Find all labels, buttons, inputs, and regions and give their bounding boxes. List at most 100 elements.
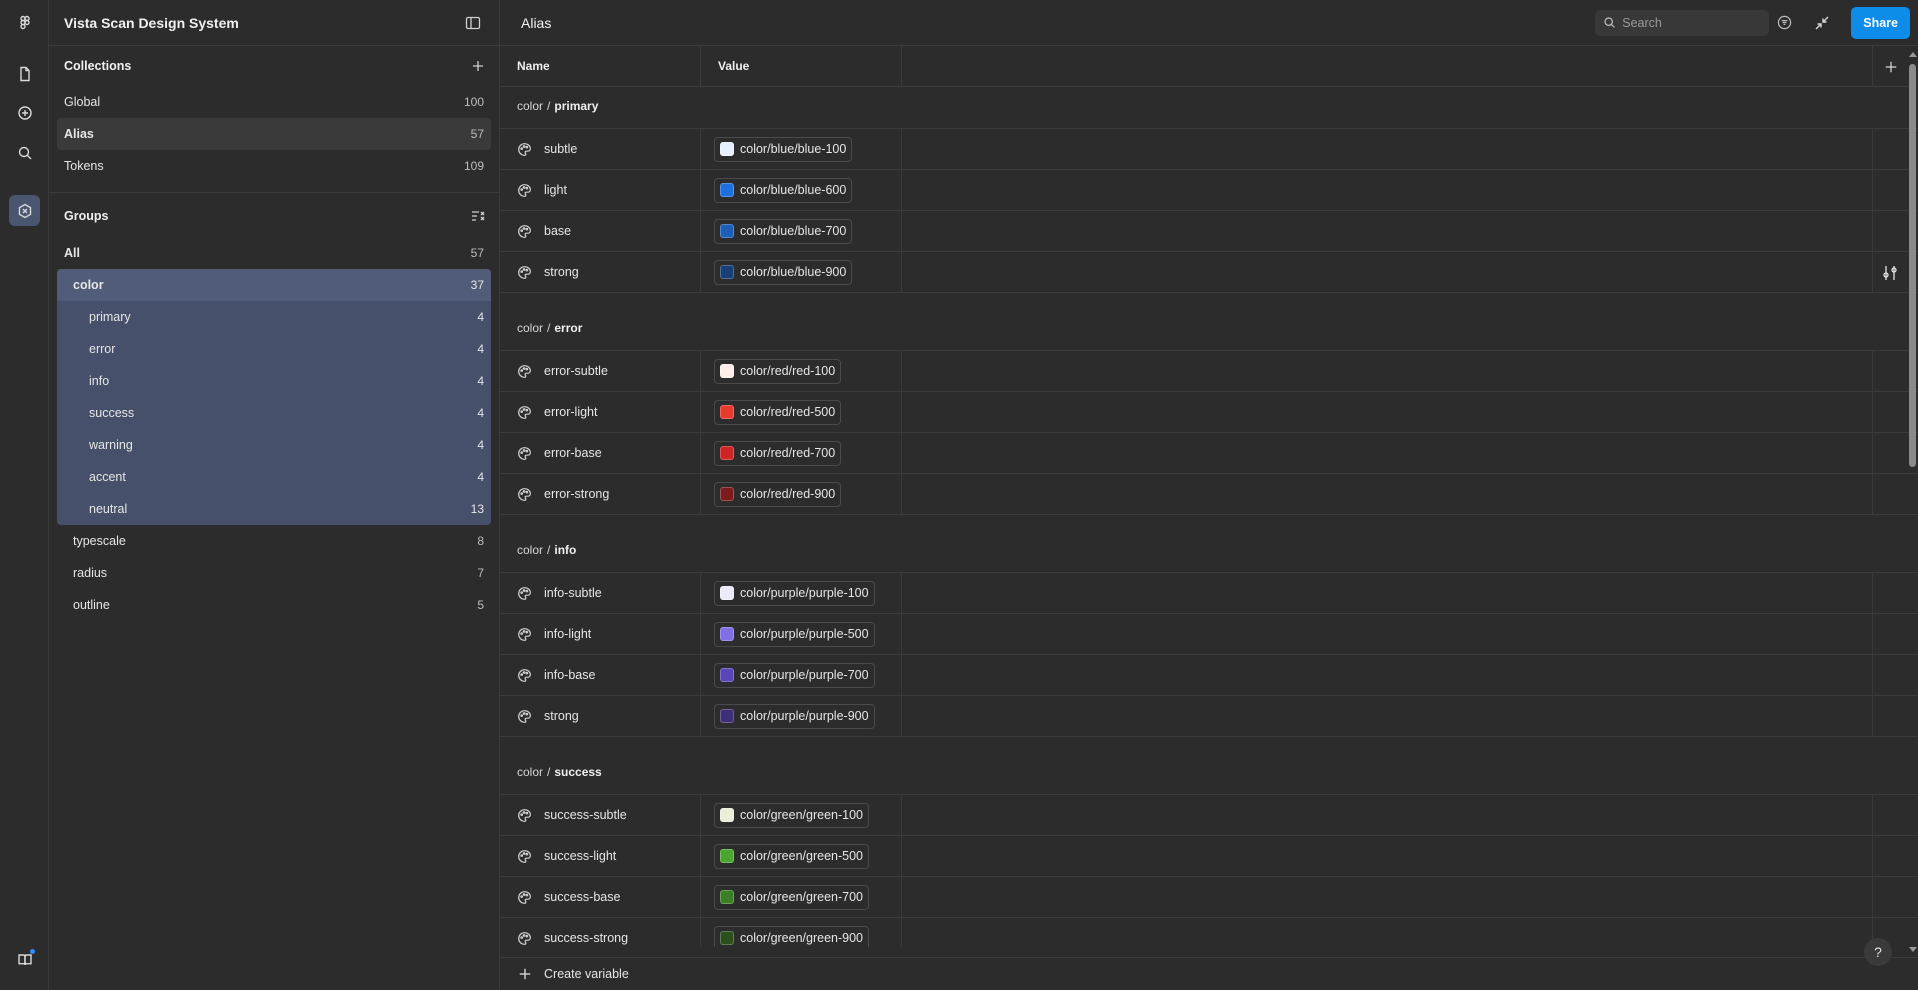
sort-groups-icon[interactable] xyxy=(467,205,489,227)
variable-value-cell[interactable]: color/blue/blue-900 xyxy=(701,252,902,292)
vertical-scrollbar[interactable] xyxy=(1907,52,1918,952)
share-button[interactable]: Share xyxy=(1851,6,1910,39)
group-warning[interactable]: warning 4 xyxy=(57,429,491,461)
alias-value-pill[interactable]: color/red/red-700 xyxy=(714,440,842,466)
alias-value-pill[interactable]: color/red/red-500 xyxy=(714,399,842,425)
variable-value-cell[interactable]: color/green/green-700 xyxy=(701,877,902,917)
variable-row[interactable]: info-light color/purple/purple-500 xyxy=(500,614,1918,655)
variable-value-cell[interactable]: color/blue/blue-100 xyxy=(701,129,902,169)
variable-name-cell[interactable]: info-base xyxy=(500,655,701,695)
alias-value-pill[interactable]: color/purple/purple-500 xyxy=(714,621,875,647)
variable-value-cell[interactable]: color/blue/blue-700 xyxy=(701,211,902,251)
variable-value-cell[interactable]: color/green/green-500 xyxy=(701,836,902,876)
create-variable-button[interactable]: Create variable xyxy=(500,957,1918,990)
search-box[interactable] xyxy=(1595,9,1770,36)
figma-logo-icon[interactable] xyxy=(9,7,40,38)
variable-name-cell[interactable]: success-light xyxy=(500,836,701,876)
variable-value-cell[interactable]: color/red/red-100 xyxy=(701,351,902,391)
variable-name-cell[interactable]: subtle xyxy=(500,129,701,169)
group-accent[interactable]: accent 4 xyxy=(57,461,491,493)
book-icon[interactable] xyxy=(9,944,40,975)
group-all[interactable]: All 57 xyxy=(57,237,491,269)
alias-value-pill[interactable]: color/blue/blue-700 xyxy=(714,218,853,244)
alias-value-pill[interactable]: color/purple/purple-900 xyxy=(714,703,875,729)
variable-name-cell[interactable]: info-light xyxy=(500,614,701,654)
variable-value-cell[interactable]: color/red/red-900 xyxy=(701,474,902,514)
variable-name-cell[interactable]: success-strong xyxy=(500,918,701,947)
plus-circle-icon[interactable] xyxy=(9,97,40,128)
variable-row[interactable]: light color/blue/blue-600 xyxy=(500,170,1918,211)
search-input[interactable] xyxy=(1622,15,1753,30)
variable-row[interactable]: strong color/purple/purple-900 xyxy=(500,696,1918,737)
alias-value-pill[interactable]: color/blue/blue-900 xyxy=(714,259,853,285)
file-icon[interactable] xyxy=(9,58,40,89)
collection-global[interactable]: Global 100 xyxy=(57,86,491,118)
collapse-icon[interactable] xyxy=(1807,8,1837,38)
variable-name-cell[interactable]: error-light xyxy=(500,392,701,432)
alias-value-pill[interactable]: color/green/green-100 xyxy=(714,802,869,828)
alias-value-pill[interactable]: color/blue/blue-100 xyxy=(714,136,853,162)
variable-value-cell[interactable]: color/green/green-100 xyxy=(701,795,902,835)
filter-icon[interactable] xyxy=(1773,10,1795,36)
group-radius[interactable]: radius 7 xyxy=(57,557,491,589)
alias-value-pill[interactable]: color/purple/purple-700 xyxy=(714,662,875,688)
variable-name-cell[interactable]: success-subtle xyxy=(500,795,701,835)
variable-value-cell[interactable]: color/red/red-500 xyxy=(701,392,902,432)
variable-name-cell[interactable]: error-base xyxy=(500,433,701,473)
group-error[interactable]: error 4 xyxy=(57,333,491,365)
alias-value-pill[interactable]: color/red/red-100 xyxy=(714,358,842,384)
variable-name-cell[interactable]: base xyxy=(500,211,701,251)
scroll-down-arrow[interactable] xyxy=(1909,947,1917,952)
variables-icon[interactable] xyxy=(9,195,40,226)
scroll-up-arrow[interactable] xyxy=(1909,52,1917,57)
alias-value-pill[interactable]: color/green/green-900 xyxy=(714,925,869,947)
variable-row[interactable]: error-light color/red/red-500 xyxy=(500,392,1918,433)
search-icon[interactable] xyxy=(9,137,40,168)
help-button[interactable]: ? xyxy=(1864,938,1892,966)
alias-value-pill[interactable]: color/green/green-700 xyxy=(714,884,869,910)
alias-value-pill[interactable]: color/green/green-500 xyxy=(714,843,869,869)
variable-value-cell[interactable]: color/purple/purple-500 xyxy=(701,614,902,654)
variable-name-cell[interactable]: info-subtle xyxy=(500,573,701,613)
variable-name-cell[interactable]: strong xyxy=(500,696,701,736)
variable-row[interactable]: strong color/blue/blue-900 xyxy=(500,252,1918,293)
group-typescale[interactable]: typescale 8 xyxy=(57,525,491,557)
variable-row[interactable]: info-base color/purple/purple-700 xyxy=(500,655,1918,696)
variable-value-cell[interactable]: color/purple/purple-900 xyxy=(701,696,902,736)
group-neutral[interactable]: neutral 13 xyxy=(57,493,491,525)
variable-row[interactable]: subtle color/blue/blue-100 xyxy=(500,129,1918,170)
group-success[interactable]: success 4 xyxy=(57,397,491,429)
variable-value-cell[interactable]: color/purple/purple-100 xyxy=(701,573,902,613)
add-collection-icon[interactable] xyxy=(467,55,489,77)
variable-row[interactable]: success-light color/green/green-500 xyxy=(500,836,1918,877)
variable-name-cell[interactable]: light xyxy=(500,170,701,210)
variable-name-cell[interactable]: error-subtle xyxy=(500,351,701,391)
alias-value-pill[interactable]: color/purple/purple-100 xyxy=(714,580,875,606)
variable-row[interactable]: success-base color/green/green-700 xyxy=(500,877,1918,918)
group-primary[interactable]: primary 4 xyxy=(57,301,491,333)
alias-value-pill[interactable]: color/red/red-900 xyxy=(714,481,842,507)
group-info[interactable]: info 4 xyxy=(57,365,491,397)
variable-row[interactable]: base color/blue/blue-700 xyxy=(500,211,1918,252)
variable-row[interactable]: info-subtle color/purple/purple-100 xyxy=(500,573,1918,614)
group-outline[interactable]: outline 5 xyxy=(57,589,491,621)
variable-name-cell[interactable]: success-base xyxy=(500,877,701,917)
variable-name-cell[interactable]: strong xyxy=(500,252,701,292)
add-mode-icon[interactable] xyxy=(1876,46,1906,87)
scroll-thumb[interactable] xyxy=(1909,64,1916,467)
variable-row[interactable]: error-strong color/red/red-900 xyxy=(500,474,1918,515)
variable-row[interactable]: error-base color/red/red-700 xyxy=(500,433,1918,474)
variable-value-cell[interactable]: color/red/red-700 xyxy=(701,433,902,473)
variable-row[interactable]: success-strong color/green/green-900 xyxy=(500,918,1918,947)
variable-row[interactable]: error-subtle color/red/red-100 xyxy=(500,351,1918,392)
alias-value-pill[interactable]: color/blue/blue-600 xyxy=(714,177,853,203)
variable-value-cell[interactable]: color/blue/blue-600 xyxy=(701,170,902,210)
variable-value-cell[interactable]: color/green/green-900 xyxy=(701,918,902,947)
collection-alias[interactable]: Alias 57 xyxy=(57,118,491,150)
toggle-sidebar-icon[interactable] xyxy=(462,12,484,34)
variable-row[interactable]: success-subtle color/green/green-100 xyxy=(500,795,1918,836)
collection-tokens[interactable]: Tokens 109 xyxy=(57,150,491,182)
group-color[interactable]: color 37 xyxy=(57,269,491,301)
variable-name-cell[interactable]: error-strong xyxy=(500,474,701,514)
edit-variable-icon[interactable] xyxy=(1881,264,1899,282)
